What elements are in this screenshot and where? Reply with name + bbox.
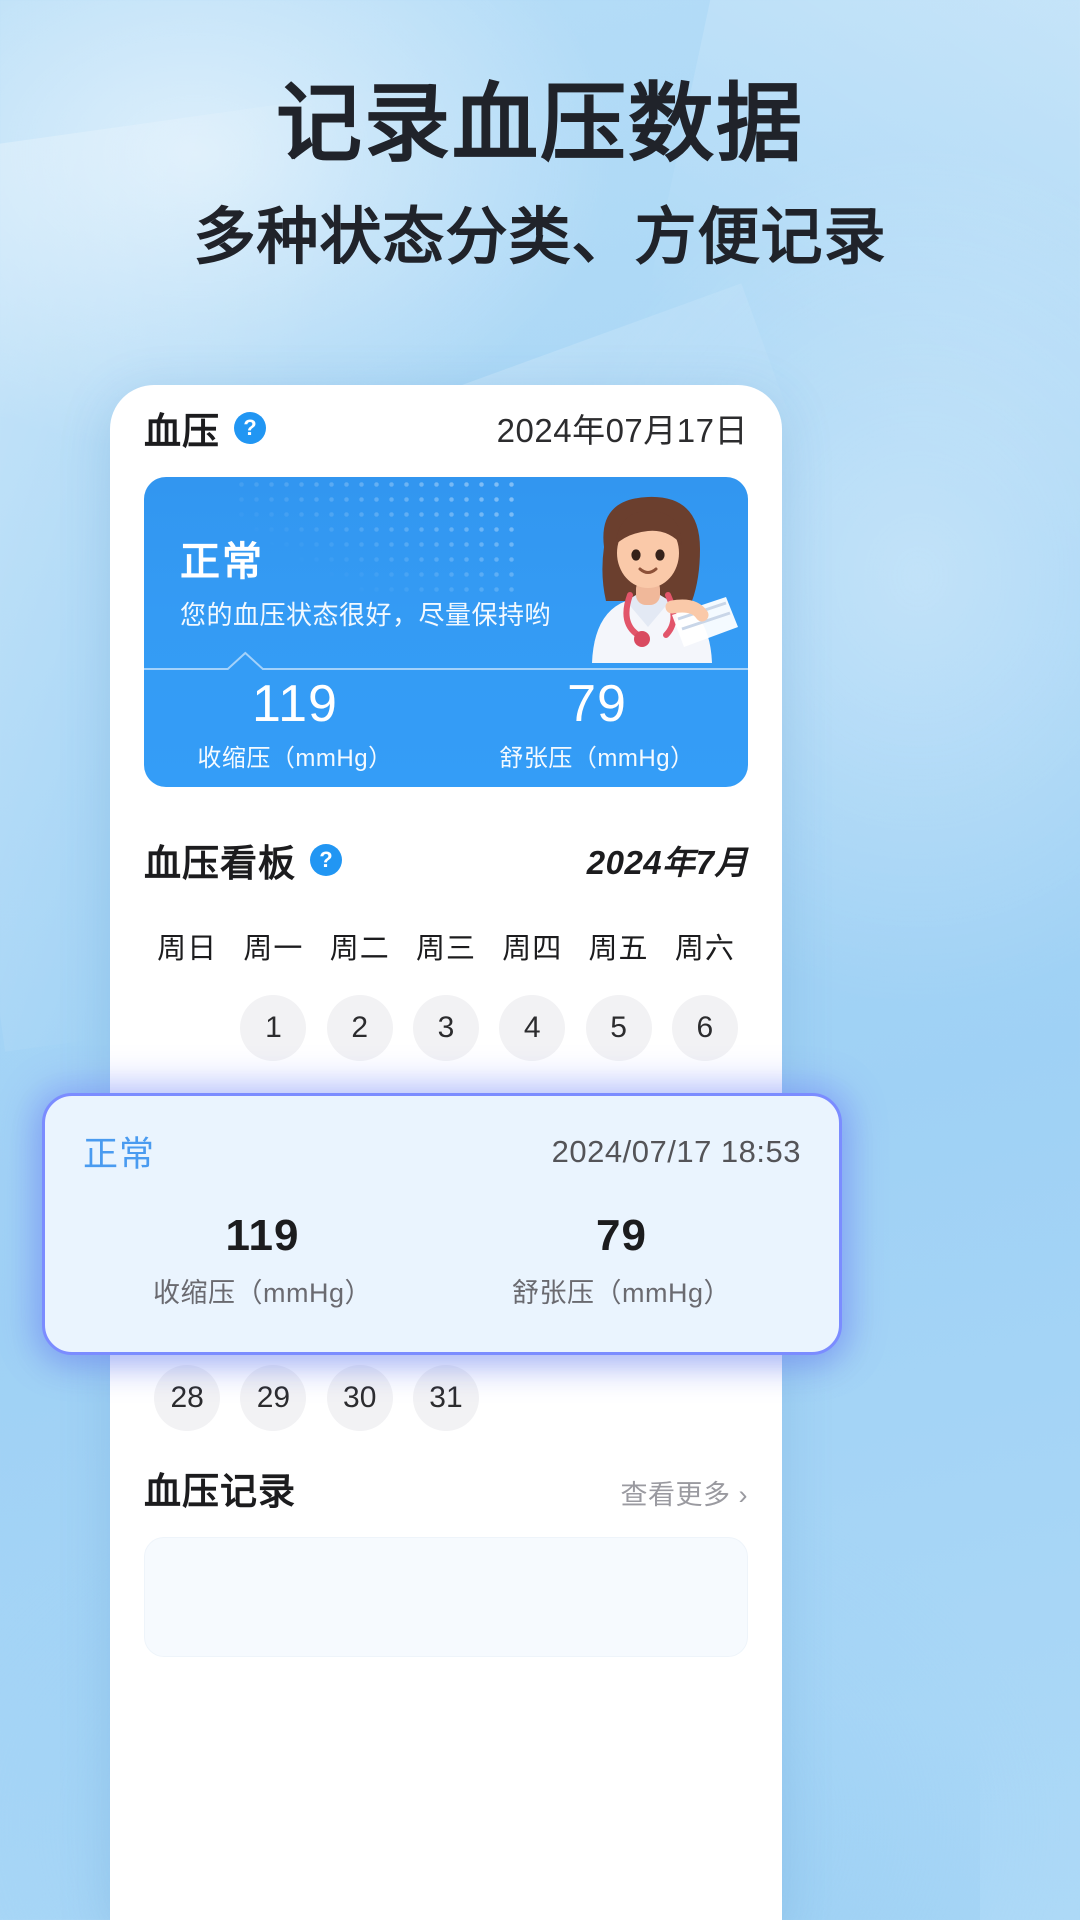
dashboard-header: 血压看板 ? 2024年7月 [136,817,756,903]
calendar-day-empty [499,1365,565,1431]
calendar-day-chip[interactable]: 5 [585,995,652,1061]
records-title: 血压记录 [144,1471,296,1512]
status-description: 您的血压状态很好，尽量保持哟 [180,600,552,630]
systolic-value: 119 [252,675,338,733]
weekday-label: 周一 [243,933,304,965]
status-card-divider [144,649,748,673]
calendar-day-cell[interactable]: 28 [144,1365,230,1431]
calendar-day-cell[interactable]: 5 [575,995,661,1061]
calendar-day-empty [586,1365,652,1431]
calendar-day-cell[interactable]: 30 [317,1365,403,1431]
blood-pressure-status-card[interactable]: 正常 您的血压状态很好，尽量保持哟 119 收缩压（mmHg） 79 舒张压（m… [144,477,748,787]
highlighted-diastolic-value: 79 [596,1211,647,1260]
calendar-day-cell[interactable]: 2 [317,995,403,1061]
highlighted-diastolic: 79 舒张压（mmHg） [442,1211,801,1310]
highlighted-record-readings: 119 收缩压（mmHg） 79 舒张压（mmHg） [83,1211,801,1310]
dashboard-title-group: 血压看板 ? [144,833,342,887]
calendar-day-chip[interactable]: 1 [240,995,307,1061]
blood-pressure-header: 血压 ? 2024年07月17日 [136,385,756,471]
calendar-day-empty [672,1365,738,1431]
diastolic-reading: 79 舒张压（mmHg） [446,677,748,773]
calendar-day-cell [144,995,230,1061]
question-mark-icon[interactable]: ? [234,412,266,444]
calendar-day-cell[interactable]: 31 [403,1365,489,1431]
promo-headline-block: 记录血压数据 多种状态分类、方便记录 [0,74,1080,276]
weekday-label: 周四 [502,933,563,965]
calendar-day-cell [662,1365,748,1431]
calendar-last-week: 28 29 30 31 [144,1365,748,1431]
question-mark-icon[interactable]: ? [310,844,342,876]
blood-pressure-date[interactable]: 2024年07月17日 [497,404,748,452]
systolic-label: 收缩压（mmHg） [197,744,393,772]
status-readings: 119 收缩压（mmHg） 79 舒张压（mmHg） [144,677,748,773]
diastolic-value: 79 [567,675,627,733]
highlighted-systolic: 119 收缩压（mmHg） [83,1211,442,1310]
diastolic-label: 舒张压（mmHg） [499,744,695,772]
highlighted-record-top: 正常 2024/07/17 18:53 [83,1126,801,1177]
calendar-first-week: 1 2 3 4 5 6 [144,995,748,1061]
calendar-day-cell[interactable]: 6 [662,995,748,1061]
records-list-placeholder [144,1537,748,1657]
view-more-button[interactable]: 查看更多 › [621,1473,749,1512]
calendar-day-empty [154,995,220,1061]
dashboard-month[interactable]: 2024年7月 [587,836,748,884]
calendar-day-chip[interactable]: 28 [154,1365,221,1431]
calendar-day-chip[interactable]: 30 [326,1365,393,1431]
calendar-day-chip[interactable]: 29 [240,1365,307,1431]
calendar-day-cell[interactable]: 1 [230,995,316,1061]
calendar-day-chip[interactable]: 2 [326,995,393,1061]
highlighted-systolic-value: 119 [225,1211,300,1260]
blood-pressure-title: 血压 [144,411,220,452]
weekday-label: 周二 [329,933,390,965]
calendar-day-cell[interactable]: 3 [403,995,489,1061]
dot-pattern-decoration [234,477,524,597]
highlighted-diastolic-label: 舒张压（mmHg） [512,1278,731,1308]
status-level-label: 正常 [180,540,264,584]
page-subtitle: 多种状态分类、方便记录 [193,203,887,273]
calendar-day-chip[interactable]: 4 [499,995,566,1061]
calendar-day-chip[interactable]: 31 [412,1365,479,1431]
calendar-day-cell [489,1365,575,1431]
calendar-day-cell[interactable]: 29 [230,1365,316,1431]
weekday-label: 周日 [157,933,218,965]
calendar-day-chip[interactable]: 3 [412,995,479,1061]
calendar-day-cell[interactable]: 4 [489,995,575,1061]
weekday-label: 周五 [588,933,649,965]
highlighted-systolic-label: 收缩压（mmHg） [153,1278,372,1308]
doctor-avatar-icon [552,483,742,663]
page-title: 记录血压数据 [276,76,804,172]
dashboard-title: 血压看板 [144,843,296,884]
highlighted-record-card[interactable]: 正常 2024/07/17 18:53 119 收缩压（mmHg） 79 舒张压… [42,1093,842,1355]
calendar-weekday-row: 周日 周一 周二 周三 周四 周五 周六 [144,925,748,967]
weekday-label: 周六 [674,933,735,965]
blood-pressure-title-group: 血压 ? [144,401,266,455]
systolic-reading: 119 收缩压（mmHg） [144,677,446,773]
weekday-label: 周三 [415,933,476,965]
highlighted-record-timestamp: 2024/07/17 18:53 [551,1133,801,1169]
records-header: 血压记录 查看更多 › [144,1461,748,1515]
calendar-day-chip[interactable]: 6 [671,995,738,1061]
calendar-day-cell [575,1365,661,1431]
highlighted-record-level: 正常 [83,1135,156,1174]
